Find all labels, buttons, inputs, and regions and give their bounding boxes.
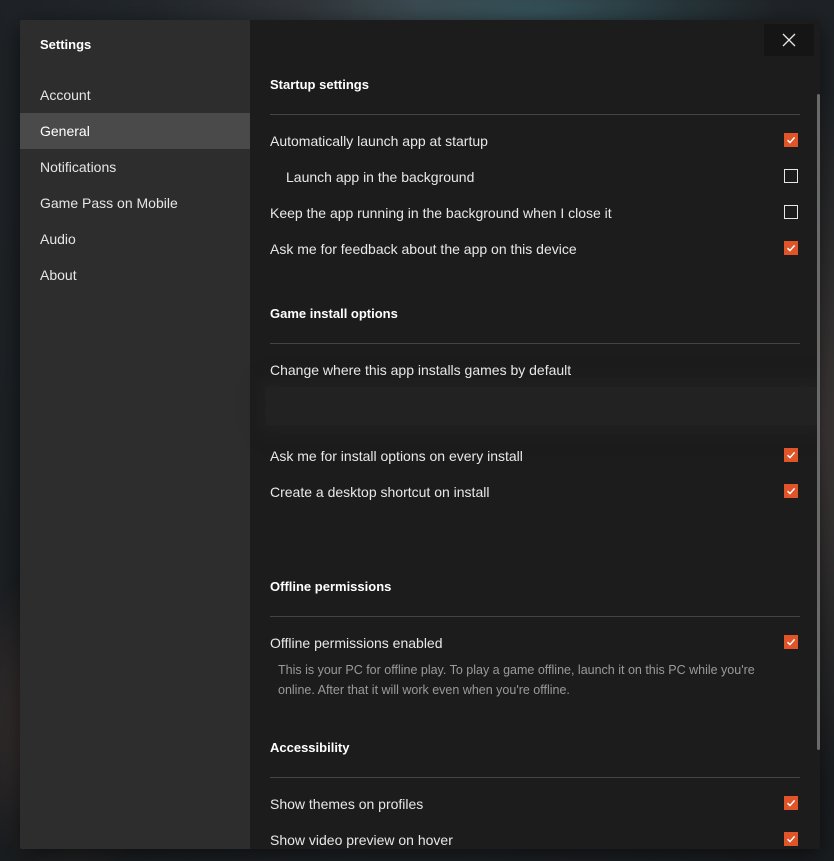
sidebar-item-general[interactable]: General <box>20 113 250 149</box>
option-row: Show themes on profiles <box>270 793 800 815</box>
settings-window: Settings Account General Notifications G… <box>20 20 820 849</box>
keep-running-checkbox[interactable] <box>784 205 798 219</box>
option-label: Create a desktop shortcut on install <box>270 484 490 500</box>
install-location-row: Change where this app installs games by … <box>270 359 800 381</box>
divider <box>270 777 800 778</box>
option-row: Ask me for feedback about the app on thi… <box>270 238 800 260</box>
option-label: Launch app in the background <box>286 169 475 185</box>
sidebar-item-notifications[interactable]: Notifications <box>20 149 250 185</box>
sidebar-nav: Account General Notifications Game Pass … <box>20 77 250 293</box>
section-title-startup: Startup settings <box>270 77 369 92</box>
section-title-install: Game install options <box>270 306 398 321</box>
option-label: Show video preview on hover <box>270 832 453 848</box>
option-label: Ask me for install options on every inst… <box>270 448 523 464</box>
option-row: Keep the app running in the background w… <box>270 202 800 224</box>
desktop-shortcut-checkbox[interactable] <box>784 484 798 498</box>
option-label: Automatically launch app at startup <box>270 133 488 149</box>
scrollbar[interactable] <box>817 94 820 750</box>
checkmark-icon <box>786 451 796 459</box>
offline-permissions-checkbox[interactable] <box>784 635 798 649</box>
option-row: Automatically launch app at startup <box>270 130 800 152</box>
sidebar-item-audio[interactable]: Audio <box>20 221 250 257</box>
option-row: Launch app in the background <box>270 166 800 188</box>
window-title: Settings <box>40 37 92 52</box>
option-row: Offline permissions enabled <box>270 632 800 654</box>
divider <box>270 343 800 344</box>
install-location-label: Change where this app installs games by … <box>270 362 572 378</box>
option-row: Create a desktop shortcut on install <box>270 481 800 503</box>
sidebar-item-game-pass-on-mobile[interactable]: Game Pass on Mobile <box>20 185 250 221</box>
checkmark-icon <box>786 638 796 646</box>
settings-content: Startup settings Automatically launch ap… <box>270 20 800 849</box>
divider <box>270 616 800 617</box>
option-label: Ask me for feedback about the app on thi… <box>270 241 577 257</box>
launch-background-checkbox[interactable] <box>784 169 798 183</box>
checkmark-icon <box>786 487 796 495</box>
show-themes-checkbox[interactable] <box>784 796 798 810</box>
sidebar-item-account[interactable]: Account <box>20 77 250 113</box>
checkmark-icon <box>786 799 796 807</box>
option-label: Show themes on profiles <box>270 796 424 812</box>
checkmark-icon <box>786 835 796 843</box>
option-label: Keep the app running in the background w… <box>270 205 612 221</box>
sidebar: Settings Account General Notifications G… <box>20 20 250 849</box>
video-preview-checkbox[interactable] <box>784 832 798 846</box>
section-title-accessibility: Accessibility <box>270 740 350 755</box>
feedback-checkbox[interactable] <box>784 241 798 255</box>
checkmark-icon <box>786 136 796 144</box>
auto-launch-checkbox[interactable] <box>784 133 798 147</box>
option-label: Offline permissions enabled <box>270 635 443 651</box>
sidebar-item-about[interactable]: About <box>20 257 250 293</box>
install-options-checkbox[interactable] <box>784 448 798 462</box>
option-row: Ask me for install options on every inst… <box>270 445 800 467</box>
divider <box>270 114 800 115</box>
offline-description-line2: online. After that it will work even whe… <box>278 683 570 697</box>
checkmark-icon <box>786 244 796 252</box>
offline-description-line1: This is your PC for offline play. To pla… <box>278 663 755 677</box>
option-row: Show video preview on hover <box>270 829 800 849</box>
section-title-offline: Offline permissions <box>270 579 392 594</box>
